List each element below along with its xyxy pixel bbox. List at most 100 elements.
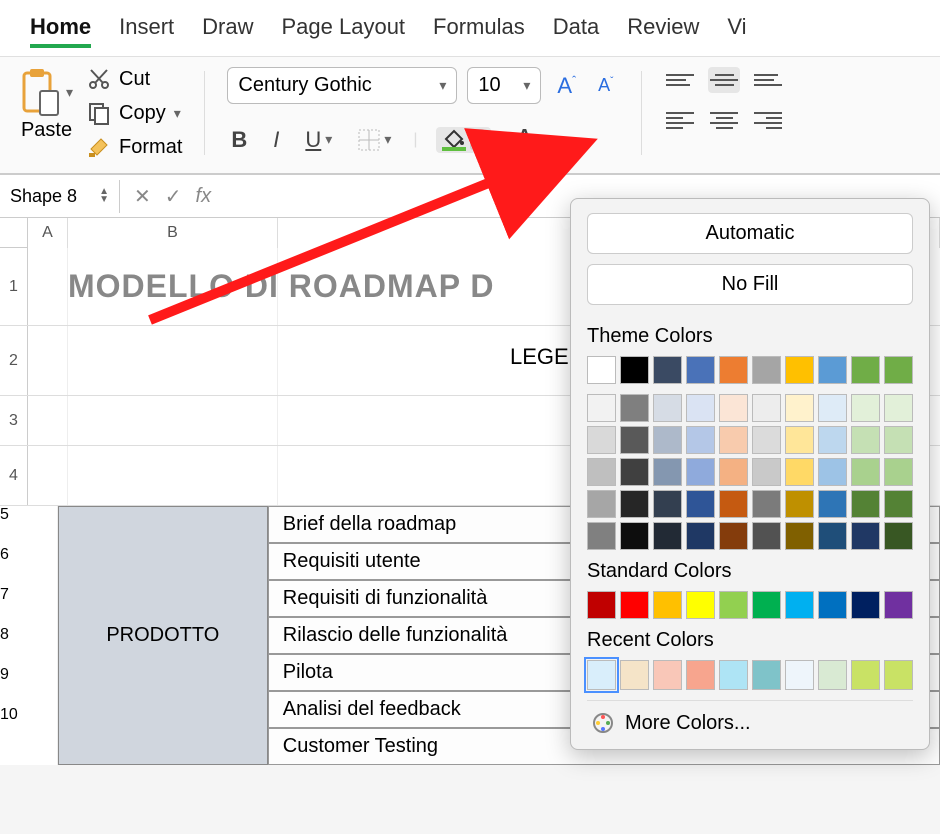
more-colors-button[interactable]: More Colors... — [587, 700, 913, 739]
color-swatch[interactable] — [686, 522, 715, 550]
color-swatch[interactable] — [587, 426, 616, 454]
color-swatch[interactable] — [653, 394, 682, 422]
color-swatch[interactable] — [587, 458, 616, 486]
color-swatch[interactable] — [851, 356, 880, 384]
color-swatch[interactable] — [653, 458, 682, 486]
color-swatch[interactable] — [719, 490, 748, 518]
color-swatch[interactable] — [686, 394, 715, 422]
color-swatch[interactable] — [752, 591, 781, 619]
italic-button[interactable]: I — [269, 125, 283, 155]
color-swatch[interactable] — [620, 458, 649, 486]
row-header[interactable]: 10 — [0, 706, 18, 746]
tab-formulas[interactable]: Formulas — [433, 10, 525, 48]
row-header[interactable]: 6 — [0, 546, 18, 586]
color-swatch[interactable] — [653, 490, 682, 518]
chevron-down-icon[interactable]: ▾ — [470, 129, 485, 150]
color-swatch[interactable] — [884, 490, 913, 518]
color-swatch[interactable] — [785, 394, 814, 422]
row-header[interactable]: 8 — [0, 626, 18, 666]
color-swatch[interactable] — [851, 660, 880, 690]
color-swatch[interactable] — [686, 591, 715, 619]
align-center-button[interactable] — [708, 107, 740, 133]
color-swatch[interactable] — [752, 458, 781, 486]
color-swatch[interactable] — [686, 458, 715, 486]
color-swatch[interactable] — [752, 394, 781, 422]
tab-page-layout[interactable]: Page Layout — [282, 10, 406, 48]
name-box[interactable]: Shape 8 ▲▼ — [0, 180, 120, 213]
color-swatch[interactable] — [686, 660, 715, 690]
color-swatch[interactable] — [785, 426, 814, 454]
underline-button[interactable]: U▾ — [301, 125, 336, 155]
color-swatch[interactable] — [785, 458, 814, 486]
color-swatch[interactable] — [719, 356, 748, 384]
color-swatch[interactable] — [587, 356, 616, 384]
align-left-button[interactable] — [664, 107, 696, 133]
color-swatch[interactable] — [818, 490, 847, 518]
color-swatch[interactable] — [587, 660, 616, 690]
color-swatch[interactable] — [686, 490, 715, 518]
font-color-button[interactable]: A ▾ — [509, 124, 552, 155]
color-swatch[interactable] — [719, 591, 748, 619]
color-swatch[interactable] — [752, 490, 781, 518]
color-swatch[interactable] — [620, 356, 649, 384]
color-swatch[interactable] — [653, 426, 682, 454]
row-header[interactable]: 9 — [0, 666, 18, 706]
decrease-font-size-button[interactable]: Aˇ — [592, 73, 619, 98]
row-header[interactable]: 2 — [0, 326, 28, 395]
color-swatch[interactable] — [884, 660, 913, 690]
color-swatch[interactable] — [851, 458, 880, 486]
automatic-color-button[interactable]: Automatic — [587, 213, 913, 254]
color-swatch[interactable] — [851, 591, 880, 619]
color-swatch[interactable] — [587, 394, 616, 422]
align-bottom-button[interactable] — [752, 67, 784, 93]
font-name-select[interactable]: Century Gothic ▾ — [227, 67, 457, 104]
tab-review[interactable]: Review — [627, 10, 699, 48]
align-right-button[interactable] — [752, 107, 784, 133]
color-swatch[interactable] — [818, 458, 847, 486]
color-swatch[interactable] — [884, 356, 913, 384]
color-swatch[interactable] — [620, 490, 649, 518]
color-swatch[interactable] — [785, 356, 814, 384]
row-header[interactable]: 1 — [0, 248, 28, 325]
color-swatch[interactable] — [785, 660, 814, 690]
color-swatch[interactable] — [785, 522, 814, 550]
color-swatch[interactable] — [818, 356, 847, 384]
color-swatch[interactable] — [752, 522, 781, 550]
color-swatch[interactable] — [620, 394, 649, 422]
color-swatch[interactable] — [653, 522, 682, 550]
color-swatch[interactable] — [719, 426, 748, 454]
color-swatch[interactable] — [587, 522, 616, 550]
color-swatch[interactable] — [719, 522, 748, 550]
color-swatch[interactable] — [587, 591, 616, 619]
color-swatch[interactable] — [884, 426, 913, 454]
color-swatch[interactable] — [884, 591, 913, 619]
column-header-a[interactable]: A — [28, 218, 68, 248]
increase-font-size-button[interactable]: Aˆ — [551, 71, 582, 101]
font-size-select[interactable]: 10 ▾ — [467, 67, 541, 104]
row-header[interactable]: 7 — [0, 586, 18, 626]
row-header[interactable]: 5 — [0, 506, 18, 546]
color-swatch[interactable] — [620, 591, 649, 619]
color-swatch[interactable] — [752, 426, 781, 454]
tab-data[interactable]: Data — [553, 10, 599, 48]
bold-button[interactable]: B — [227, 125, 251, 155]
borders-button[interactable]: ▾ — [354, 127, 395, 153]
color-swatch[interactable] — [851, 426, 880, 454]
color-swatch[interactable] — [719, 394, 748, 422]
color-swatch[interactable] — [686, 356, 715, 384]
color-swatch[interactable] — [686, 426, 715, 454]
stepper-icon[interactable]: ▲▼ — [99, 188, 109, 204]
color-swatch[interactable] — [653, 356, 682, 384]
fill-color-button[interactable]: ▾ — [436, 127, 491, 153]
paste-button[interactable]: ▾ Paste — [20, 67, 73, 159]
color-swatch[interactable] — [653, 591, 682, 619]
color-swatch[interactable] — [851, 522, 880, 550]
color-swatch[interactable] — [818, 394, 847, 422]
format-painter-button[interactable]: Format — [87, 135, 182, 159]
color-swatch[interactable] — [884, 394, 913, 422]
tab-view[interactable]: Vi — [727, 10, 746, 48]
color-swatch[interactable] — [785, 591, 814, 619]
tab-home[interactable]: Home — [30, 10, 91, 48]
cancel-formula-button[interactable]: ✕ — [134, 184, 151, 209]
accept-formula-button[interactable]: ✓ — [165, 184, 182, 209]
